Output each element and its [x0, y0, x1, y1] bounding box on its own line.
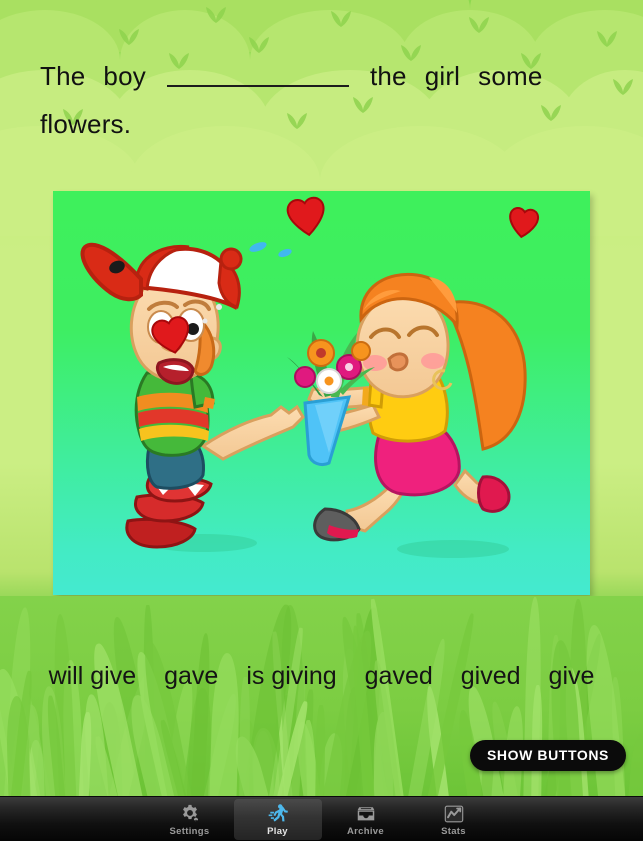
sentence-word: girl — [424, 61, 461, 91]
tab-label: Stats — [441, 825, 466, 837]
sentence-word: The — [40, 61, 86, 91]
answer-option[interactable]: will give — [35, 662, 151, 691]
app-screen: The boy the girl some flowers. will give… — [0, 0, 643, 841]
tab-bar: Settings Play Archive Stats — [0, 796, 643, 841]
sentence-line-2: flowers. — [40, 109, 132, 139]
answer-options: will give gave is giving gaved gived give — [0, 662, 643, 691]
answer-blank[interactable] — [166, 63, 349, 87]
answer-option[interactable]: gived — [447, 662, 535, 691]
tab-label: Archive — [347, 825, 384, 837]
gear-icon — [182, 804, 198, 821]
illustration-scene — [53, 191, 590, 595]
sentence-word: the — [369, 61, 407, 91]
girl-figure — [287, 272, 527, 542]
tab-archive[interactable]: Archive — [322, 799, 410, 840]
sentence-word: boy — [103, 61, 146, 91]
illustration-card — [53, 191, 590, 595]
heart-icon — [509, 207, 539, 239]
chart-icon — [444, 805, 463, 822]
answer-option[interactable]: gave — [150, 662, 232, 691]
grass-sprout-icon — [119, 29, 139, 45]
grass-blade — [627, 732, 643, 800]
sentence-prompt: The boy the girl some flowers. — [0, 52, 643, 148]
grass-sprout-icon — [331, 11, 351, 27]
tab-play[interactable]: Play — [233, 799, 322, 840]
tab-settings[interactable]: Settings — [146, 799, 234, 840]
grass-sprout-icon — [206, 7, 226, 23]
show-buttons-button[interactable]: Show Buttons — [469, 740, 626, 771]
grass-blade — [239, 676, 251, 800]
boy-figure — [80, 242, 305, 549]
tab-label: Play — [267, 825, 288, 837]
tray-icon — [357, 806, 374, 820]
scene-artwork — [80, 196, 539, 558]
runner-icon — [268, 803, 288, 822]
answer-option[interactable]: is giving — [232, 662, 350, 691]
grass-sprout-icon — [597, 31, 617, 47]
tab-label: Settings — [169, 825, 210, 837]
heart-icon — [286, 196, 325, 237]
grass-blade — [315, 705, 327, 800]
tab-stats[interactable]: Stats — [410, 799, 498, 840]
answer-option[interactable]: gaved — [351, 662, 447, 691]
answer-option[interactable]: give — [535, 662, 609, 691]
grass-sprout-icon — [469, 17, 489, 33]
sentence-word: some — [478, 61, 543, 91]
